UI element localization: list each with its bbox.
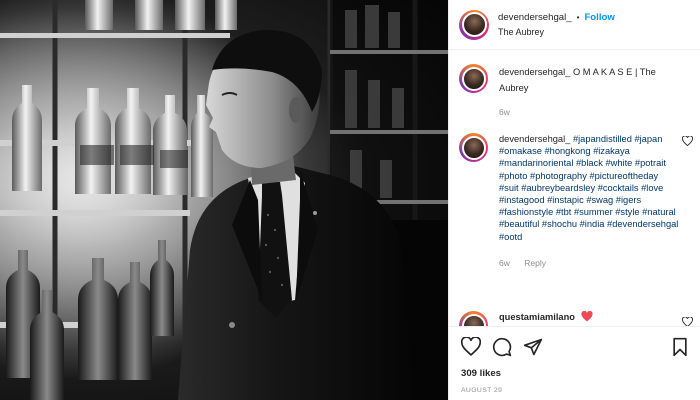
comment-meta: 6w Reply [499, 257, 679, 269]
avatar[interactable] [459, 311, 488, 326]
red-heart-icon [580, 310, 593, 325]
comment-icon[interactable] [492, 337, 512, 360]
small-heart-icon[interactable] [682, 316, 693, 326]
header-text: devendersehgal_ • Follow The Aubrey [498, 10, 615, 40]
avatar[interactable] [459, 9, 489, 40]
avatar[interactable] [459, 64, 488, 93]
caption-time[interactable]: 6w [499, 107, 510, 117]
post-date[interactable]: AUGUST 29 [461, 387, 502, 394]
avatar-image [461, 135, 486, 160]
comment-body: questamiamilano [499, 310, 679, 326]
caption-text: devendersehgal_ O M A K A S E | The Aubr… [499, 64, 679, 96]
reply-button[interactable]: Reply [524, 258, 546, 268]
location-link[interactable]: The Aubrey [498, 25, 615, 40]
follow-button[interactable]: Follow [584, 10, 614, 25]
caption-body: devendersehgal_ O M A K A S E | The Aubr… [499, 64, 679, 118]
bookmark-icon[interactable] [671, 337, 689, 360]
small-heart-icon[interactable] [682, 135, 693, 149]
comment-hashtags: devendersehgal_ #japandistilled #japan #… [459, 133, 695, 269]
action-icons [460, 336, 689, 360]
post-side-panel: devendersehgal_ • Follow The Aubrey deve… [448, 0, 700, 400]
instagram-post: devendersehgal_ • Follow The Aubrey deve… [0, 0, 700, 400]
photo-illustration [0, 0, 448, 400]
post-header: devendersehgal_ • Follow The Aubrey [449, 0, 700, 50]
hashtag-list[interactable]: #japandistilled #japan #omakase #hongkon… [499, 134, 678, 242]
avatar[interactable] [459, 133, 488, 162]
header-username[interactable]: devendersehgal_ [498, 10, 572, 25]
comments-list[interactable]: devendersehgal_ O M A K A S E | The Aubr… [449, 51, 700, 326]
post-actions: 309 likes AUGUST 29 [449, 326, 700, 400]
avatar-image [461, 12, 487, 37]
comment-body: devendersehgal_ #japandistilled #japan #… [499, 133, 679, 269]
header-row: devendersehgal_ • Follow [498, 10, 615, 25]
caption-meta: 6w [499, 106, 679, 118]
comment-username[interactable]: questamiamilano [499, 312, 575, 322]
caption-username[interactable]: devendersehgal_ [499, 67, 570, 77]
post-photo[interactable] [0, 0, 448, 400]
heart-icon[interactable] [460, 336, 482, 359]
caption: devendersehgal_ O M A K A S E | The Aubr… [459, 64, 695, 118]
comment-username[interactable]: devendersehgal_ [499, 134, 570, 144]
comment-questamiamilano: questamiamilano [459, 310, 695, 326]
likes-count[interactable]: 309 likes [461, 368, 501, 379]
avatar-image [461, 313, 486, 326]
comment-time[interactable]: 6w [499, 258, 510, 268]
comment-text: devendersehgal_ #japandistilled #japan #… [499, 133, 679, 243]
share-icon[interactable] [523, 337, 543, 360]
avatar-image [461, 66, 486, 91]
header-separator: • [576, 12, 580, 22]
